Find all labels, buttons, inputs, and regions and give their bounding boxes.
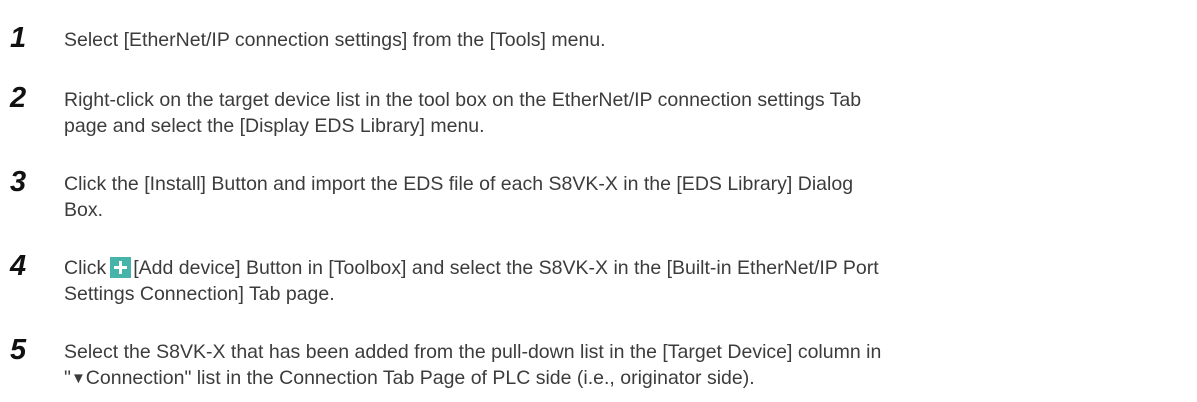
step-text-line: "▼Connection" list in the Connection Tab… xyxy=(64,365,1184,392)
step-text-segment: [Add device] Button in [Toolbox] and sel… xyxy=(133,257,879,279)
add-device-icon xyxy=(110,257,132,278)
step-text: Select the S8VK-X that has been added fr… xyxy=(64,339,1184,392)
step-text-line: Box. xyxy=(64,199,104,221)
step-number: 5 xyxy=(10,334,27,366)
triangle-down-icon: ▼ xyxy=(70,370,86,387)
step-text-line: Right-click on the target device list in… xyxy=(64,89,862,111)
step-text-segment: Connection" list in the Connection Tab P… xyxy=(85,367,755,389)
step-text: Click the [Install] Button and import th… xyxy=(64,171,1184,223)
step-text-line: Settings Connection] Tab page. xyxy=(64,283,335,305)
step-number: 3 xyxy=(10,166,27,198)
step-text-line: Select the S8VK-X that has been added fr… xyxy=(64,341,882,363)
step-text-segment: Click xyxy=(64,257,107,279)
step-number: 1 xyxy=(10,22,27,54)
step-text-line: Click the [Install] Button and import th… xyxy=(64,173,854,195)
step-text-line: Select [EtherNet/IP connection settings]… xyxy=(64,29,606,51)
step-number: 2 xyxy=(10,82,27,114)
step-number: 4 xyxy=(10,250,27,282)
quote-mark: " xyxy=(64,367,71,389)
step-text: Right-click on the target device list in… xyxy=(64,87,1184,139)
step-text-line: page and select the [Display EDS Library… xyxy=(64,115,485,137)
step-text: Click [Add device] Button in [Toolbox] an… xyxy=(64,255,1184,307)
step-text: Select [EtherNet/IP connection settings]… xyxy=(64,27,1184,53)
step-text-line: Click [Add device] Button in [Toolbox] an… xyxy=(64,255,1184,281)
procedure-steps: 1 Select [EtherNet/IP connection setting… xyxy=(0,0,1197,402)
